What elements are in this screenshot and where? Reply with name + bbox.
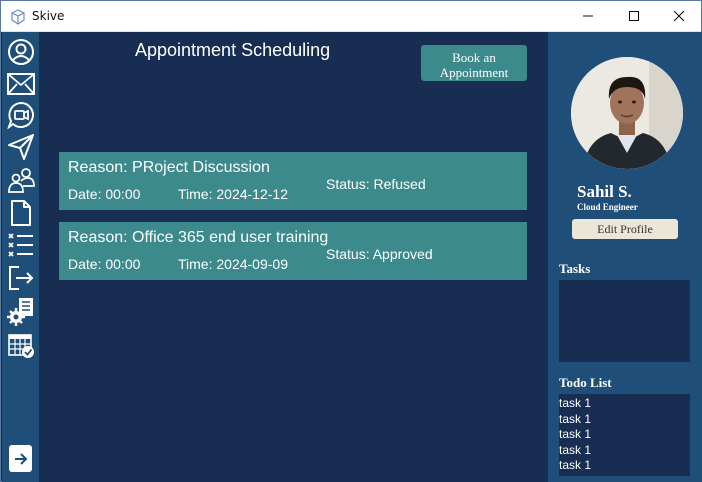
appointment-date: Date: 00:00 [68,186,141,202]
title-bar: Skive [1,1,701,32]
appointment-status: Status: Refused [326,176,426,192]
appointment-time: Time: 2024-09-09 [178,256,288,272]
logout-nav-button[interactable] [6,263,35,292]
calendar-nav-button[interactable] [6,330,35,359]
todo-item[interactable]: task 1 [559,443,690,459]
mail-icon [6,72,35,95]
todo-item[interactable]: task 1 [559,427,690,443]
video-chat-icon [6,101,34,129]
settings-document-nav-button[interactable] [6,296,35,326]
edit-profile-button[interactable]: Edit Profile [572,219,678,239]
page-title: Appointment Scheduling [135,40,331,60]
appointment-card[interactable]: Reason: PRoject Discussion Date: 00:00 T… [59,152,527,210]
settings-document-icon [6,297,33,326]
documents-nav-button[interactable] [6,198,35,227]
collapse-sidebar-button[interactable] [9,445,32,472]
users-nav-button[interactable] [6,165,35,194]
todo-item[interactable]: task 1 [559,458,690,474]
todo-list[interactable]: task 1 task 1 task 1 task 1 task 1 [559,394,690,476]
minimize-button[interactable] [565,1,611,31]
user-name: Sahil S. [577,182,632,201]
avatar [571,57,683,169]
todo-heading: Todo List [559,375,612,390]
maximize-icon [629,11,639,21]
window-title: Skive [32,9,65,23]
send-nav-button[interactable] [6,132,35,161]
calendar-check-icon [7,333,34,358]
logout-icon [8,265,33,290]
appointment-date: Date: 00:00 [68,256,141,272]
user-circle-icon [7,38,34,65]
appointment-card[interactable]: Reason: Office 365 end user training Dat… [59,222,527,280]
appointment-reason: Reason: Office 365 end user training [68,229,329,246]
book-appointment-button[interactable]: Book an Appointment [421,45,527,81]
checklist-icon [7,232,33,257]
users-icon [7,167,35,193]
cube-icon [10,9,26,25]
todo-item[interactable]: task 1 [559,412,690,428]
profile-nav-button[interactable] [6,37,35,66]
close-icon [673,10,685,22]
mail-nav-button[interactable] [6,69,35,98]
send-icon [7,133,34,160]
maximize-button[interactable] [611,1,657,31]
app-window: Skive Appointment Scheduling Book an App… [0,0,702,482]
checklist-nav-button[interactable] [6,230,35,259]
profile-panel: Sahil S. Cloud Engineer Edit Profile Tas… [548,32,702,482]
appointment-reason: Reason: PRoject Discussion [68,159,270,176]
main-content: Appointment Scheduling Book an Appointme… [39,32,548,482]
appointment-time: Time: 2024-12-12 [178,186,288,202]
sidebar [2,32,39,482]
document-icon [10,199,31,226]
tasks-heading: Tasks [559,261,591,276]
arrow-right-icon [14,452,27,465]
todo-item[interactable]: task 1 [559,396,690,412]
appointment-status: Status: Approved [326,246,433,262]
tasks-list[interactable] [559,280,690,362]
minimize-icon [583,15,593,17]
close-button[interactable] [656,1,702,31]
user-role: Cloud Engineer [577,202,638,212]
video-chat-nav-button[interactable] [6,100,35,129]
